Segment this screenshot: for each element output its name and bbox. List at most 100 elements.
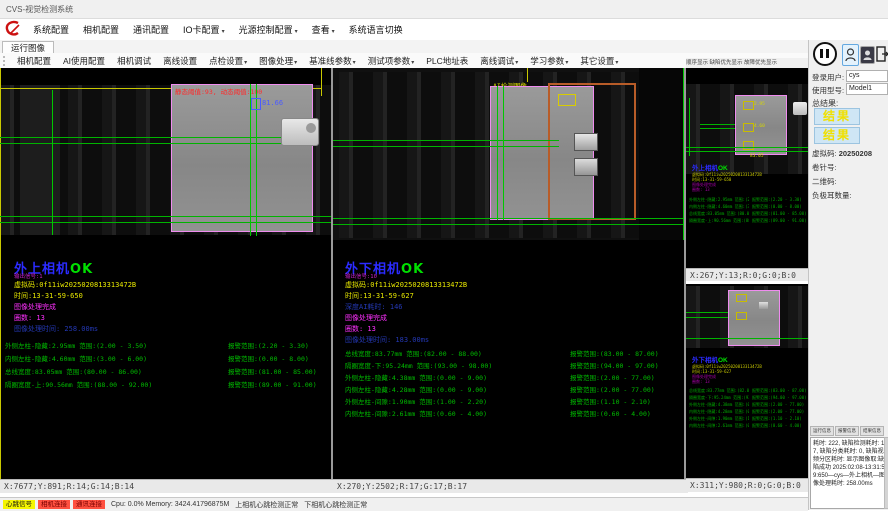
defect-box: [736, 294, 747, 302]
gripper-part: [793, 102, 807, 115]
loop-count: 圈数: 13: [14, 313, 45, 323]
output-signal: 输出信号:10: [345, 272, 377, 280]
model-label: 使用型号:: [812, 85, 844, 96]
menu-camera-config[interactable]: 相机配置: [76, 23, 126, 36]
pin-number-label: 卷针号:: [812, 162, 837, 173]
tool-ai-usage-config[interactable]: AI使用配置: [57, 55, 111, 67]
chevron-down-icon: ▾: [411, 60, 414, 66]
thumbnail-upper-camera[interactable]: 2.95 4.60 83.05 外上相机OK 虚拟码:0f11iw2025020…: [686, 68, 808, 268]
toolbar-grip[interactable]: [3, 56, 8, 66]
measure-line: [0, 216, 331, 217]
user-icon: [843, 45, 858, 65]
run-log-text[interactable]: 耗时: 222, 缺陷检测耗时: 17, 缺陷分类耗时: 0, 缺陷视频分区耗时…: [810, 437, 888, 509]
exit-button[interactable]: [876, 44, 888, 64]
tool-spot-check[interactable]: 点检设置▾: [203, 55, 253, 67]
defect-label: 83.05: [750, 154, 764, 159]
defect-box: [743, 141, 754, 150]
pause-icon: [820, 49, 823, 58]
measure-line: [686, 317, 728, 318]
operator-button[interactable]: [842, 44, 859, 66]
measure-line: [683, 68, 684, 240]
measurement-text: 总线宽度:83.77mm 范围:(82.00 - 88.00): [345, 348, 482, 358]
exit-icon: [876, 44, 888, 64]
alarm-range-text: 报警范围:(94.00 - 97.00): [570, 360, 659, 370]
tool-test-params[interactable]: 测试项参数▾: [362, 55, 421, 67]
tool-baseline-params[interactable]: 基准线参数▾: [303, 55, 362, 67]
measure-line: [700, 124, 735, 125]
tool-offline-debug[interactable]: 离线调试▾: [474, 55, 524, 67]
alarm-mini: 报警范围:(0.60 - 4.00): [752, 423, 806, 429]
measure-line: [0, 137, 313, 138]
measure-line: [333, 146, 559, 147]
model-value[interactable]: Model1: [846, 83, 888, 95]
measurement-mini: 内侧左柱-隐藏:4.60mm 范围:(3.00 - 6.00): [689, 204, 749, 210]
measure-line: [333, 224, 684, 225]
measure-line: [503, 86, 504, 220]
tool-camera-config[interactable]: 相机配置: [11, 55, 57, 67]
camera-title-mini: 外下相机OK: [692, 354, 728, 364]
status-bar: 心跳信号 相机连接 通讯连接 Cpu: 0.0% Memory: 3424.41…: [0, 497, 808, 511]
pause-icon: [826, 49, 829, 58]
tool-offline-settings[interactable]: 离线设置: [157, 55, 203, 67]
pixel-coords-middle: X:270;Y:2502;R:17;G:17;B:17: [333, 479, 688, 493]
measurement-mini: 外侧左柱-间隙:1.90mm 范围:(1.00 - 2.20): [689, 416, 749, 422]
tool-other-settings[interactable]: 其它设置▾: [574, 55, 624, 67]
defect-box: [743, 123, 754, 132]
virtual-code-label: 虚拟码: 20250208: [812, 148, 872, 159]
menu-io-config[interactable]: IO卡配置▾: [176, 23, 232, 36]
thumbnail-display-mode[interactable]: 顺序显示 缺陷优先显示 故障优先显示: [686, 58, 808, 68]
alarm-mini: 报警范围:(2.00 - 77.00): [752, 409, 806, 415]
menu-view[interactable]: 查看▾: [305, 23, 342, 36]
measure-line: [333, 218, 684, 219]
alarm-mini: 报警范围:(2.20 - 3.30): [752, 197, 806, 203]
measure-mark-value: 81.66: [262, 99, 283, 107]
chevron-down-icon: ▾: [565, 60, 568, 66]
chevron-down-icon: ▾: [222, 29, 225, 35]
left-camera-view[interactable]: 静态阈值:93, 动态阈值:100 81.66 外上相机OK 输出信号:1 虚拟…: [0, 68, 331, 479]
measurement-text: 外侧左柱-隐藏:4.38mm 范围:(0.00 - 9.00): [345, 372, 487, 382]
admin-button[interactable]: [860, 46, 875, 64]
loop-count-mini: 圈数: 13: [692, 187, 804, 193]
virtual-code: 虚拟码:0f11iw2025020813313472B: [345, 280, 467, 290]
alarm-mini: 报警范围:(2.00 - 77.00): [752, 402, 806, 408]
menu-system-config[interactable]: 系统配置: [26, 23, 76, 36]
gripper-pin: [306, 123, 316, 133]
machine-shadow: [20, 85, 60, 235]
menu-comm-config[interactable]: 通讯配置: [126, 23, 176, 36]
measure-line: [700, 128, 735, 129]
tab-run-info[interactable]: 运行信息: [810, 426, 834, 436]
lower-camera-heartbeat: 下相机心跳检测正常: [304, 500, 367, 510]
alarm-mini: 报警范围:(1.10 - 2.10): [752, 416, 806, 422]
chevron-down-icon: ▾: [615, 60, 618, 66]
tool-camera-debug[interactable]: 相机调试: [111, 55, 157, 67]
menu-light-config[interactable]: 光源控制配置▾: [232, 23, 305, 36]
edge-line-yellow: [321, 68, 322, 96]
timestamp: 时间:13-31-59-650: [14, 291, 83, 301]
login-user-value[interactable]: cys: [846, 70, 888, 82]
process-time: 图像处理时间: 258.00ms: [14, 324, 98, 334]
menu-language-switch[interactable]: 系统语言切换: [342, 23, 410, 36]
thumbnail-lower-camera[interactable]: 外下相机OK 虚拟码:0f11iw2025020813313472B 时间:13…: [686, 284, 808, 478]
measure-line: [686, 338, 808, 339]
cpu-memory-text: Cpu: 0.0% Memory: 3424.41796875M: [111, 501, 229, 508]
measurement-text: 内侧左柱-间隙:2.61mm 范围:(0.60 - 4.00): [345, 408, 487, 418]
measure-line: [686, 151, 808, 152]
tab-result-info[interactable]: 结果信息: [860, 426, 884, 436]
tool-plc-address[interactable]: PLC地址表: [420, 55, 474, 67]
app-window: CVS-视觉检测系统 系统配置 相机配置 通讯配置 IO卡配置▾ 光源控制配置▾…: [0, 0, 888, 522]
tool-learning-params[interactable]: 学习参数▾: [524, 55, 574, 67]
tool-image-processing[interactable]: 图像处理▾: [253, 55, 303, 67]
measurement-mini: 总线宽度:83.05mm 范围:(80.00 - 86.00): [689, 211, 749, 217]
alarm-range-text: 报警范围:(2.00 - 77.00): [570, 384, 655, 394]
pause-button[interactable]: [813, 42, 837, 66]
measure-line: [0, 222, 331, 223]
middle-camera-view[interactable]: AI检测图像 外下相机OK 输出信号:10 虚拟码:0f11iw20250208…: [333, 68, 684, 479]
scrollbar[interactable]: [884, 437, 888, 509]
alarm-range-text: 报警范围:(89.00 - 91.00): [228, 379, 317, 389]
tab-alarm-info[interactable]: 报警信息: [835, 426, 859, 436]
output-signal: 输出信号:1: [14, 272, 43, 280]
loop-count-mini: 圈数: 13: [692, 379, 804, 385]
alarm-mini: 报警范围:(81.00 - 85.00): [752, 211, 806, 217]
chevron-down-icon: ▾: [294, 60, 297, 66]
loop-count: 圈数: 13: [345, 324, 376, 334]
